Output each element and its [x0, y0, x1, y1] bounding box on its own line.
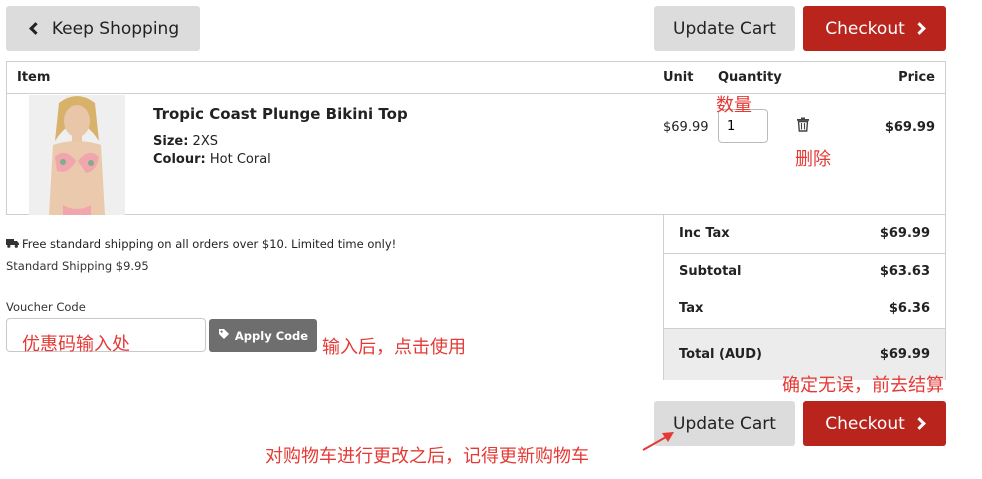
- update-cart-label: Update Cart: [673, 18, 776, 39]
- header-quantity: Quantity: [718, 70, 782, 85]
- tax-row: Tax $6.36: [664, 301, 945, 316]
- cart-table: Item Unit Quantity Price Tropic Coast Pl…: [6, 61, 946, 215]
- annotation-quantity: 数量: [716, 95, 752, 116]
- product-size: Size: 2XS: [153, 134, 218, 149]
- totals-divider: [664, 253, 945, 254]
- apply-code-button[interactable]: Apply Code: [209, 319, 317, 352]
- inc-tax-row: Inc Tax $69.99: [664, 226, 945, 241]
- unit-price: $69.99: [663, 120, 709, 135]
- header-unit: Unit: [663, 70, 694, 85]
- product-name[interactable]: Tropic Coast Plunge Bikini Top: [153, 105, 408, 123]
- voucher-label: Voucher Code: [6, 300, 86, 314]
- trash-icon[interactable]: [796, 117, 810, 136]
- inc-tax-value: $69.99: [879, 226, 930, 241]
- product-image[interactable]: [29, 95, 125, 215]
- total-label: Total (AUD): [679, 347, 762, 362]
- subtotal-value: $63.63: [879, 264, 930, 279]
- subtotal-label: Subtotal: [679, 264, 742, 279]
- cart-table-header: Item Unit Quantity Price: [7, 62, 945, 94]
- tax-label: Tax: [679, 301, 704, 316]
- annotation-apply: 输入后，点击使用: [322, 337, 466, 358]
- checkout-label: Checkout: [825, 413, 905, 434]
- header-price: Price: [898, 70, 935, 85]
- chevron-right-icon: [912, 22, 926, 35]
- annotation-update-reminder: 对购物车进行更改之后，记得更新购物车: [265, 446, 589, 467]
- keep-shopping-label: Keep Shopping: [51, 18, 180, 39]
- subtotal-row: Subtotal $63.63: [664, 264, 945, 279]
- tag-icon: [218, 328, 230, 343]
- standard-shipping: Standard Shipping $9.95: [6, 259, 149, 273]
- tax-value: $6.36: [888, 301, 930, 316]
- checkout-button-top[interactable]: Checkout: [803, 6, 946, 51]
- update-cart-label: Update Cart: [673, 413, 776, 434]
- free-shipping-text: Free standard shipping on all orders ove…: [22, 237, 397, 251]
- line-price: $69.99: [884, 120, 935, 135]
- colour-label: Colour:: [153, 152, 206, 167]
- order-totals: Inc Tax $69.99 Subtotal $63.63 Tax $6.36…: [663, 214, 946, 380]
- chevron-left-icon: [28, 22, 42, 35]
- annotation-delete: 删除: [795, 149, 831, 170]
- truck-icon: [6, 237, 19, 251]
- product-colour: Colour: Hot Coral: [153, 152, 271, 167]
- apply-code-label: Apply Code: [234, 328, 309, 343]
- colour-value: Hot Coral: [209, 152, 271, 167]
- free-shipping-notice: Free standard shipping on all orders ove…: [6, 237, 396, 251]
- annotation-arrow-icon: [642, 432, 674, 451]
- header-item: Item: [17, 70, 51, 85]
- annotation-confirm: 确定无误，前去结算: [782, 375, 944, 396]
- total-value: $69.99: [879, 347, 930, 362]
- update-cart-button-top[interactable]: Update Cart: [654, 6, 795, 51]
- size-value: 2XS: [192, 134, 218, 149]
- checkout-button-bottom[interactable]: Checkout: [803, 401, 946, 446]
- total-row: Total (AUD) $69.99: [664, 347, 945, 362]
- keep-shopping-button[interactable]: Keep Shopping: [6, 6, 200, 51]
- checkout-label: Checkout: [825, 18, 905, 39]
- annotation-voucher-input: 优惠码输入处: [22, 334, 130, 355]
- inc-tax-label: Inc Tax: [679, 226, 730, 241]
- size-label: Size:: [153, 134, 189, 149]
- chevron-right-icon: [912, 417, 926, 430]
